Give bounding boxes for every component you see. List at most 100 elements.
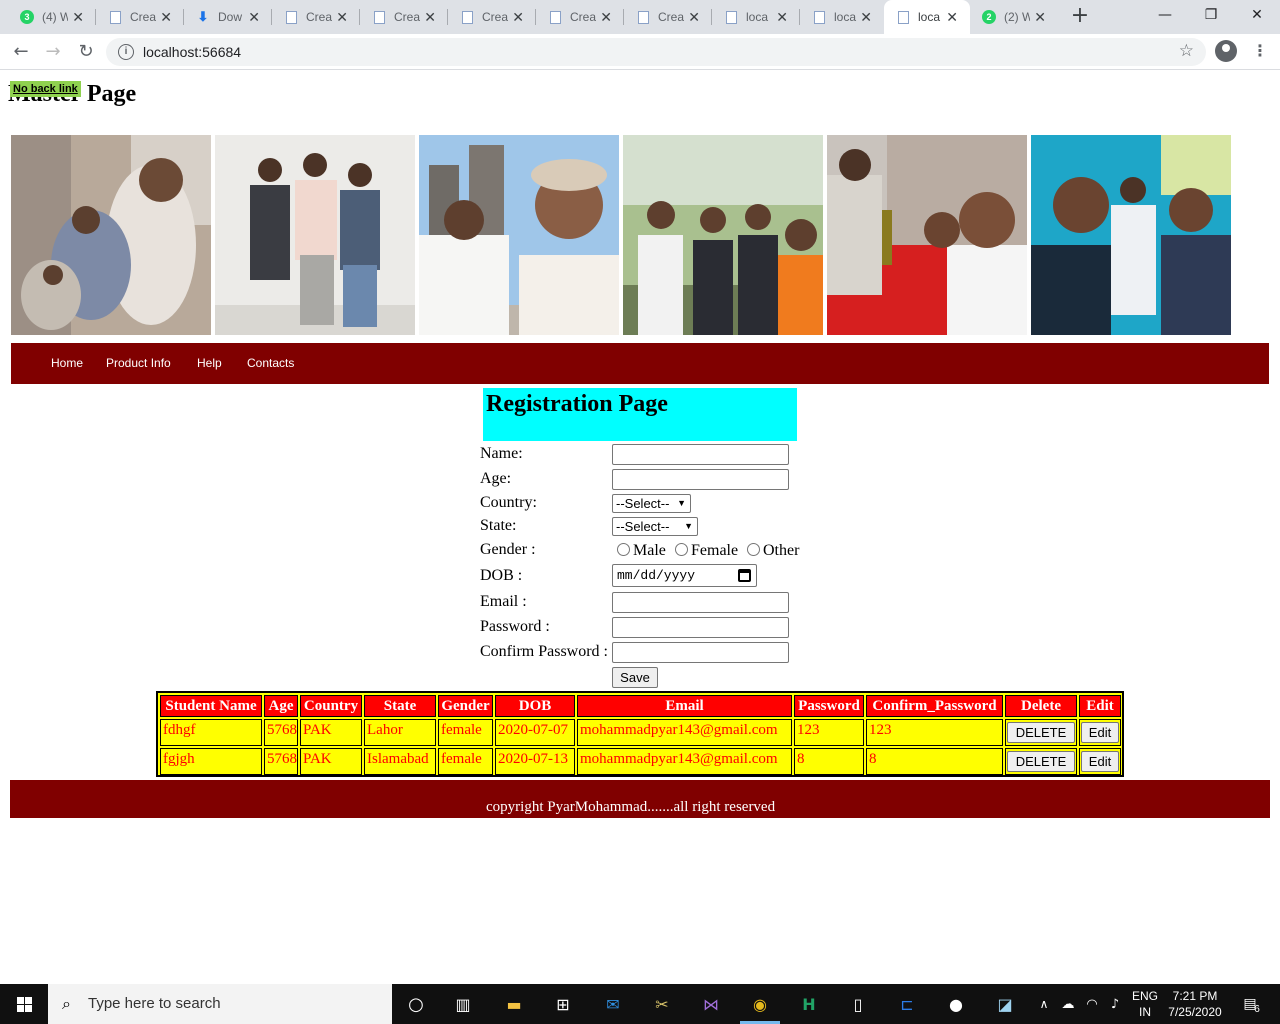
- task-view-icon[interactable]: ▥: [451, 992, 475, 1016]
- edit-button[interactable]: Edit: [1081, 751, 1119, 772]
- close-tab-icon[interactable]: ✕: [860, 9, 872, 25]
- delete-button[interactable]: DELETE: [1007, 722, 1075, 743]
- table-cell: 5768: [264, 748, 298, 775]
- reload-icon[interactable]: ↻: [74, 40, 98, 64]
- profile-avatar-icon[interactable]: [1215, 40, 1237, 62]
- name-input[interactable]: [612, 444, 789, 465]
- browser-tab[interactable]: loca ✕: [800, 0, 884, 34]
- table-cell: 2020-07-13: [495, 748, 575, 775]
- taskbar-search[interactable]: ⌕ Type here to search: [48, 984, 392, 1024]
- browser-tab[interactable]: loca ✕: [712, 0, 800, 34]
- document-icon: [108, 10, 122, 24]
- confirm-password-label: Confirm Password :: [480, 643, 608, 660]
- volume-icon[interactable]: ♪: [1103, 992, 1127, 1016]
- browser-tab[interactable]: ⬇ Dow ✕: [184, 0, 272, 34]
- close-tab-icon[interactable]: ✕: [512, 9, 524, 25]
- email-input[interactable]: [612, 592, 789, 613]
- forward-icon[interactable]: →: [41, 40, 65, 64]
- windows-start-icon[interactable]: [0, 984, 48, 1024]
- calendar-icon[interactable]: [738, 569, 751, 582]
- url-text[interactable]: localhost:56684: [143, 44, 241, 60]
- main-menu: Home Product Info Help Contacts: [11, 343, 1269, 384]
- close-tab-icon[interactable]: ✕: [248, 9, 260, 25]
- browser-tab[interactable]: Crea ✕: [448, 0, 536, 34]
- group-photo-2: [215, 135, 415, 335]
- password-input[interactable]: [612, 617, 789, 638]
- table-cell: mohammadpyar143@gmail.com: [577, 748, 792, 775]
- students-table: Student Name Age Country State Gender DO…: [156, 691, 1124, 777]
- browser-tab[interactable]: 3 (4) W ✕: [8, 0, 96, 34]
- restore-button[interactable]: ❐: [1188, 0, 1234, 30]
- table-cell: PAK: [300, 719, 362, 746]
- menu-home[interactable]: Home: [51, 356, 83, 370]
- back-link[interactable]: No back link: [10, 81, 81, 97]
- snipping-tool-icon[interactable]: ◪: [993, 992, 1017, 1016]
- close-tab-icon[interactable]: ✕: [72, 9, 84, 25]
- gender-other-radio[interactable]: [747, 543, 760, 556]
- hackerrank-icon[interactable]: H: [797, 992, 821, 1016]
- browser-tab-active[interactable]: loca ✕: [884, 0, 970, 34]
- close-tab-icon[interactable]: ✕: [600, 9, 612, 25]
- store-icon[interactable]: ⊞: [551, 992, 575, 1016]
- browser-tab[interactable]: Crea ✕: [536, 0, 624, 34]
- confirm-password-input[interactable]: [612, 642, 789, 663]
- info-icon[interactable]: i: [118, 44, 134, 60]
- browser-tab[interactable]: 2 (2) W ✕: [970, 0, 1058, 34]
- browser-tab[interactable]: Crea ✕: [272, 0, 360, 34]
- gender-male-radio[interactable]: [617, 543, 630, 556]
- cortana-icon[interactable]: ○: [404, 992, 428, 1016]
- download-icon: ⬇: [197, 9, 209, 24]
- dob-date-input[interactable]: mm/dd/yyyy: [612, 564, 757, 587]
- address-bar[interactable]: i localhost:56684 ☆: [106, 38, 1206, 66]
- back-icon[interactable]: ←: [9, 40, 33, 64]
- save-button[interactable]: Save: [612, 667, 658, 688]
- onedrive-icon[interactable]: ☁: [1056, 992, 1080, 1016]
- new-tab-button[interactable]: +: [1068, 4, 1092, 28]
- notepad-icon[interactable]: ▯: [846, 992, 870, 1016]
- delete-button[interactable]: DELETE: [1007, 751, 1075, 772]
- close-tab-icon[interactable]: ✕: [1034, 9, 1046, 25]
- chevron-up-icon[interactable]: ∧: [1032, 992, 1056, 1016]
- group-photo-3: [419, 135, 619, 335]
- close-tab-icon[interactable]: ✕: [160, 9, 172, 25]
- bookmark-star-icon[interactable]: ☆: [1179, 41, 1194, 61]
- copyright-text: copyright PyarMohammad.......all right r…: [486, 799, 776, 815]
- menu-contacts[interactable]: Contacts: [247, 356, 294, 370]
- column-header: Edit: [1079, 695, 1121, 717]
- minimize-button[interactable]: —: [1142, 0, 1188, 30]
- state-select[interactable]: --Select-- ▼: [612, 517, 698, 536]
- close-tab-icon[interactable]: ✕: [424, 9, 436, 25]
- column-header: Email: [577, 695, 792, 717]
- chevron-down-icon: ▼: [677, 498, 686, 508]
- close-tab-icon[interactable]: ✕: [688, 9, 700, 25]
- wifi-icon[interactable]: ◠: [1080, 992, 1104, 1016]
- chrome-icon[interactable]: ◉: [748, 992, 772, 1016]
- edit-button[interactable]: Edit: [1081, 722, 1119, 743]
- gender-female-radio[interactable]: [675, 543, 688, 556]
- close-tab-icon[interactable]: ✕: [776, 9, 788, 25]
- browser-tab[interactable]: Crea ✕: [624, 0, 712, 34]
- browser-tab[interactable]: Crea ✕: [96, 0, 184, 34]
- close-tab-icon[interactable]: ✕: [336, 9, 348, 25]
- vscode-icon[interactable]: ⊏: [895, 992, 919, 1016]
- browser-tab[interactable]: Crea ✕: [360, 0, 448, 34]
- document-icon: [896, 10, 910, 24]
- menu-kebab-icon[interactable]: ⋮: [1252, 41, 1268, 61]
- age-input[interactable]: [612, 469, 789, 490]
- menu-help[interactable]: Help: [197, 356, 222, 370]
- document-icon: [636, 10, 650, 24]
- visual-studio-icon[interactable]: ⋈: [699, 992, 723, 1016]
- column-header: Gender: [438, 695, 493, 717]
- close-window-button[interactable]: ✕: [1234, 0, 1280, 30]
- clock[interactable]: 7:21 PM 7/25/2020: [1164, 988, 1226, 1020]
- table-cell: Edit: [1079, 748, 1121, 775]
- file-explorer-icon[interactable]: ▬: [502, 992, 526, 1016]
- mail-icon[interactable]: ✉: [601, 992, 625, 1016]
- tools-icon[interactable]: ✂: [650, 992, 674, 1016]
- menu-product-info[interactable]: Product Info: [106, 356, 171, 370]
- github-icon[interactable]: ●: [944, 992, 968, 1016]
- group-photo-5: [827, 135, 1027, 335]
- country-select[interactable]: --Select-- ▼: [612, 494, 691, 513]
- language-indicator[interactable]: ENG IN: [1128, 988, 1162, 1020]
- close-tab-icon[interactable]: ✕: [946, 9, 958, 25]
